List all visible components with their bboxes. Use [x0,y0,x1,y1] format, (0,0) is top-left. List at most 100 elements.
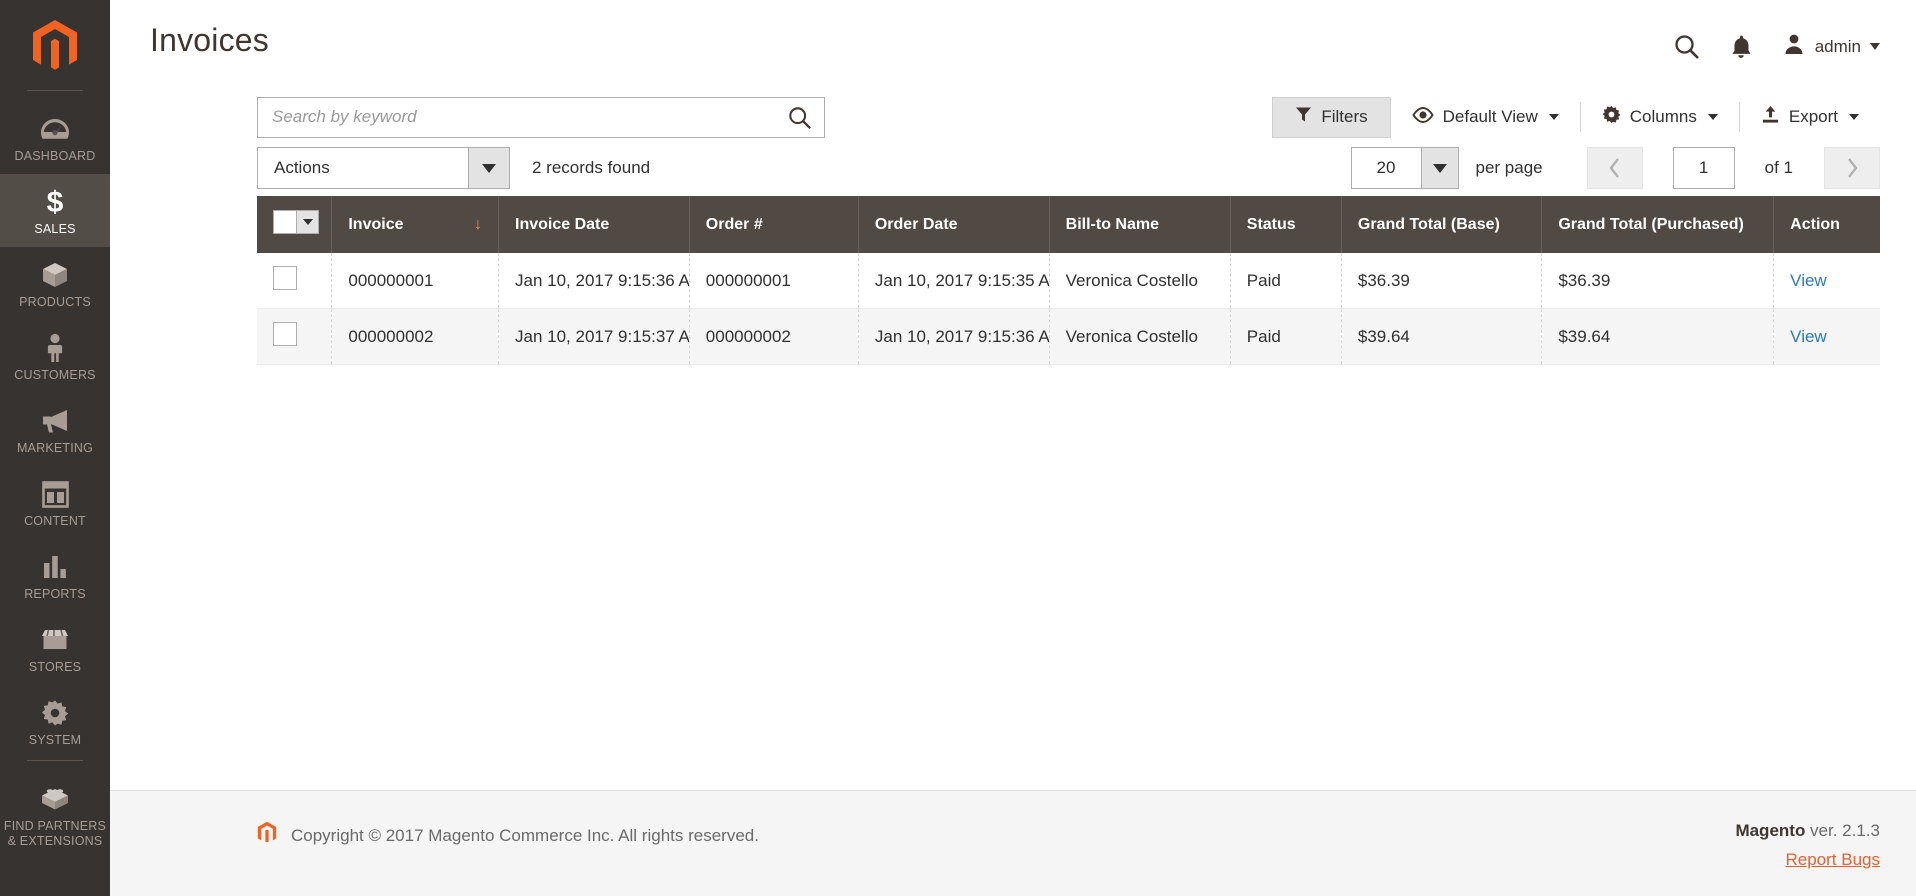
report-bugs-link[interactable]: Report Bugs [1735,850,1881,870]
view-link[interactable]: View [1790,327,1827,346]
select-all-control[interactable] [273,210,319,234]
sidebar-item-products[interactable]: PRODUCTS [0,247,110,320]
funnel-icon [1295,106,1312,128]
table-row[interactable]: 000000001 Jan 10, 2017 9:15:36 AM 000000… [257,253,1880,309]
per-page-select[interactable]: 20 [1350,147,1459,189]
cell-grand-total-base: $36.39 [1341,253,1543,309]
default-view-button[interactable]: Default View [1391,97,1580,138]
table-body: 000000001 Jan 10, 2017 9:15:36 AM 000000… [257,253,1880,365]
per-page-value: 20 [1376,158,1396,177]
default-view-label: Default View [1442,107,1538,126]
sidebar-item-system[interactable]: SYSTEM [0,685,110,758]
sidebar-item-label: CUSTOMERS [14,368,96,382]
export-label: Export [1788,107,1838,126]
column-header-order[interactable]: Order # [689,196,859,253]
find-partners-line2: & EXTENSIONS [7,834,103,848]
sidebar-item-stores[interactable]: STORES [0,612,110,685]
search-submit-icon[interactable] [788,106,812,135]
cell-order: 000000001 [689,253,859,309]
megaphone-icon [40,404,70,438]
cell-status: Paid [1230,253,1342,309]
row-select-cell[interactable] [257,308,333,365]
sidebar-item-customers[interactable]: CUSTOMERS [0,320,110,393]
cell-status: Paid [1230,308,1342,365]
gear-icon [41,696,69,730]
chevron-down-icon [1420,148,1458,188]
row-checkbox[interactable] [273,266,297,290]
sidebar-item-marketing[interactable]: MARKETING [0,393,110,466]
sidebar-item-label: SALES [34,222,76,236]
bell-icon[interactable] [1730,34,1752,60]
cell-invoice: 000000001 [331,253,499,309]
sidebar-item-label: STORES [28,660,82,674]
cell-grand-total-purchased: $39.64 [1541,308,1775,365]
row-checkbox[interactable] [273,322,297,346]
cell-invoice-date: Jan 10, 2017 9:15:36 AM [498,253,690,309]
column-header-order-date[interactable]: Order Date [858,196,1050,253]
sidebar-item-label: PRODUCTS [19,295,91,309]
search-icon[interactable] [1674,34,1700,60]
sidebar-divider-bottom [27,760,83,761]
table-row[interactable]: 000000002 Jan 10, 2017 9:15:37 AM 000000… [257,308,1880,365]
invoices-table: Invoice ↓ Invoice Date Order # Order Dat… [257,196,1880,365]
search-input[interactable] [258,97,824,137]
magento-logo[interactable] [31,8,79,88]
column-label: Invoice [348,215,404,233]
cell-order-date: Jan 10, 2017 9:15:35 AM [858,253,1050,309]
column-header-grand-total-purchased[interactable]: Grand Total (Purchased) [1541,196,1775,253]
sort-ascending-icon: ↓ [474,215,482,233]
column-label: Status [1246,215,1296,233]
view-link[interactable]: View [1790,271,1827,290]
sidebar-item-content[interactable]: CONTENT [0,466,110,539]
columns-button[interactable]: Columns [1581,97,1739,138]
column-header-invoice-date[interactable]: Invoice Date [498,196,690,253]
sidebar-item-dashboard[interactable]: DASHBOARD [0,101,110,174]
previous-page-button[interactable] [1586,147,1643,189]
chevron-down-icon[interactable] [297,210,319,234]
admin-page: DASHBOARD $ SALES PRODUCTS CUSTOMERS MAR… [0,0,1916,896]
user-avatar-icon [1782,32,1806,61]
page-header: Invoices admin [110,0,1916,92]
lego-brick-icon [40,782,70,816]
invoices-grid: Invoice ↓ Invoice Date Order # Order Dat… [110,196,1916,365]
column-header-invoice[interactable]: Invoice ↓ [331,196,499,253]
filters-button[interactable]: Filters [1272,96,1391,138]
column-label: Grand Total (Base) [1357,215,1500,233]
export-button[interactable]: Export [1740,97,1880,138]
keyword-search[interactable] [257,96,825,138]
page-number-input[interactable] [1672,147,1735,189]
column-header-select-all[interactable] [257,196,333,253]
row-select-cell[interactable] [257,253,333,309]
sidebar-item-sales[interactable]: $ SALES [0,174,110,247]
sidebar-item-find-partners[interactable]: FIND PARTNERS & EXTENSIONS [0,771,110,859]
copyright-text: Copyright © 2017 Magento Commerce Inc. A… [291,825,759,845]
column-header-status[interactable]: Status [1230,196,1342,253]
per-page-label: per page [1475,158,1543,177]
actions-group: Actions 2 records found [257,147,650,189]
pagination-group: 20 per page of 1 [1350,147,1880,189]
cell-grand-total-base: $39.64 [1341,308,1543,365]
columns-label: Columns [1629,107,1697,126]
column-label: Order # [705,215,763,233]
next-page-button[interactable] [1824,147,1880,189]
sidebar-item-label: REPORTS [24,587,86,601]
select-all-checkbox[interactable] [273,210,297,234]
actions-select[interactable]: Actions [257,147,510,189]
cell-order-date: Jan 10, 2017 9:15:36 AM [858,308,1050,365]
chevron-down-icon [1548,114,1559,120]
copyright-block: Copyright © 2017 Magento Commerce Inc. A… [257,821,759,850]
cell-grand-total-purchased: $36.39 [1541,253,1775,309]
column-header-bill-to-name[interactable]: Bill-to Name [1049,196,1231,253]
version-brand: Magento [1735,821,1806,840]
cell-action[interactable]: View [1774,253,1880,309]
version-line: Magento ver. 2.1.3 [1735,821,1880,841]
chevron-down-icon [468,148,509,188]
sidebar-item-reports[interactable]: REPORTS [0,539,110,612]
column-header-grand-total-base[interactable]: Grand Total (Base) [1341,196,1543,253]
cell-action[interactable]: View [1774,309,1880,365]
sidebar-item-label: MARKETING [16,441,94,455]
sidebar-item-label: SYSTEM [28,733,82,747]
admin-menu[interactable]: admin [1782,32,1880,61]
magento-logo-icon [33,20,77,70]
